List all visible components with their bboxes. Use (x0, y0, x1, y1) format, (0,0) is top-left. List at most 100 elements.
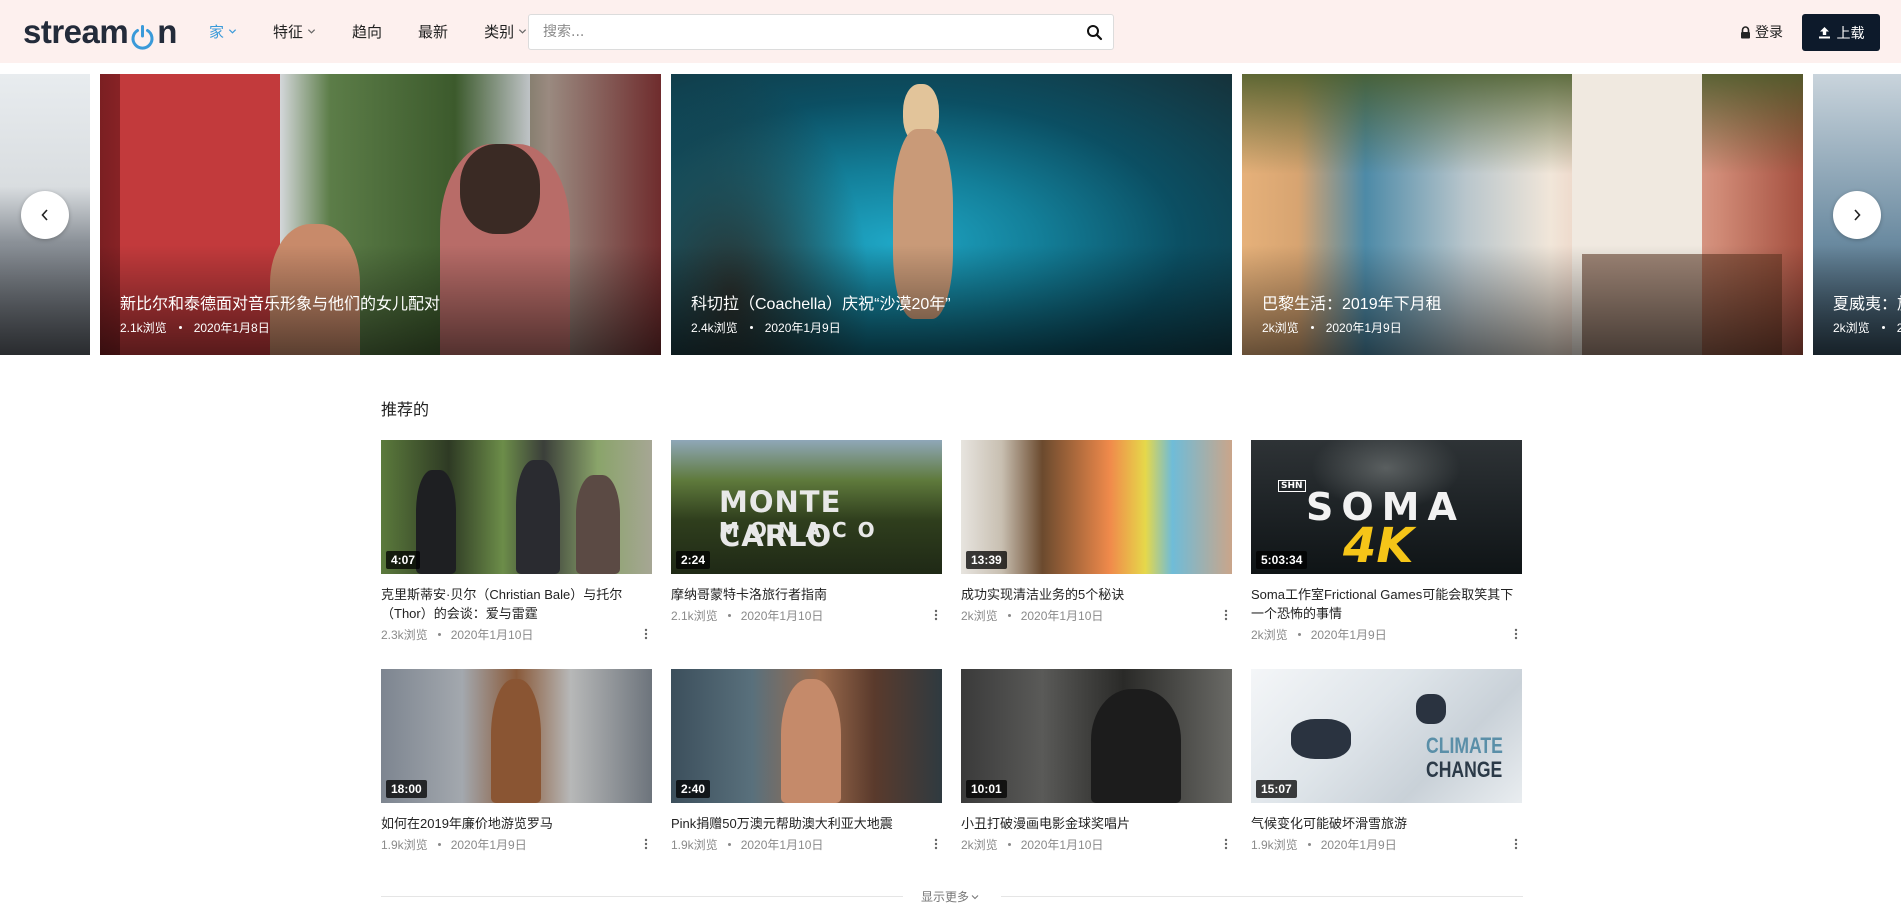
video-title[interactable]: Pink捐赠50万澳元帮助澳大利亚大地震 (671, 814, 942, 833)
slide-card[interactable]: 科切拉（Coachella）庆祝“沙漠20年” 2.4k浏览 2020年1月9日 (671, 74, 1232, 355)
video-meta: 2.1k浏览 2020年1月10日 (671, 606, 942, 624)
video-card[interactable]: CLIMATE CHANGE 15:07 气候变化可能破坏滑雪旅游 1.9k浏览… (1251, 669, 1522, 853)
video-meta: 1.9k浏览 2020年1月9日 (381, 835, 652, 853)
video-title[interactable]: 气候变化可能破坏滑雪旅游 (1251, 814, 1522, 833)
more-options-icon[interactable] (1224, 838, 1228, 850)
thumb-art (576, 475, 620, 574)
video-title[interactable]: 克里斯蒂安·贝尔（Christian Bale）与托尔（Thor）的会谈：爱与雷… (381, 585, 652, 623)
video-date: 2020年1月10日 (1020, 608, 1104, 623)
chevron-down-icon (971, 894, 979, 899)
video-views: 2k浏览 (961, 837, 998, 852)
separator-dot (727, 613, 731, 617)
video-thumbnail[interactable]: 10:01 (961, 669, 1232, 803)
separator-dot (1007, 613, 1011, 617)
slide-date: 2020年1月9日 (1325, 321, 1402, 335)
logo[interactable]: stream n (23, 13, 177, 50)
video-views: 2k浏览 (961, 608, 998, 623)
slide-art (1242, 74, 1803, 174)
slider-prev-button[interactable] (21, 191, 69, 239)
more-options-icon[interactable] (934, 609, 938, 621)
video-meta: 2k浏览 2020年1月10日 (961, 835, 1232, 853)
nav-item-trending[interactable]: 趋向 (352, 21, 382, 42)
video-card[interactable]: MONTE CARLO M O N A C O 2:24 摩纳哥蒙特卡洛旅行者指… (671, 440, 942, 624)
video-title[interactable]: 小丑打破漫画电影金球奖唱片 (961, 814, 1232, 833)
thumb-art (1291, 719, 1351, 759)
nav-label: 特征 (273, 24, 304, 41)
video-date: 2020年1月10日 (1020, 837, 1104, 852)
video-thumbnail[interactable]: CLIMATE CHANGE 15:07 (1251, 669, 1522, 803)
video-card[interactable]: 18:00 如何在2019年廉价地游览罗马 1.9k浏览 2020年1月9日 (381, 669, 652, 853)
video-title[interactable]: Soma工作室Frictional Games可能会取笑其下一个恐怖的事情 (1251, 585, 1522, 623)
video-thumbnail[interactable]: 18:00 (381, 669, 652, 803)
nav-item-features[interactable]: 特征 (273, 21, 316, 42)
video-card[interactable]: 13:39 成功实现清洁业务的5个秘诀 2k浏览 2020年1月10日 (961, 440, 1232, 624)
video-thumbnail[interactable]: 2:40 (671, 669, 942, 803)
more-options-icon[interactable] (1224, 609, 1228, 621)
video-thumbnail[interactable]: MONTE CARLO M O N A C O 2:24 (671, 440, 942, 574)
slide-views: 2.4k浏览 (691, 321, 738, 335)
video-views: 2k浏览 (1251, 627, 1288, 642)
video-thumbnail[interactable]: 13:39 (961, 440, 1232, 574)
upload-button[interactable]: 上载 (1802, 14, 1880, 51)
video-title[interactable]: 成功实现清洁业务的5个秘诀 (961, 585, 1232, 604)
separator-dot (1307, 842, 1311, 846)
slide-date: 2020年1月9日 (764, 321, 841, 335)
video-thumbnail[interactable]: 4:07 (381, 440, 652, 574)
slide-card[interactable]: 巴黎生活：2019年下月租 2k浏览 2020年1月9日 (1242, 74, 1803, 355)
chevron-right-icon (1854, 209, 1861, 221)
video-meta: 1.9k浏览 2020年1月10日 (671, 835, 942, 853)
more-options-icon[interactable] (934, 838, 938, 850)
more-options-icon[interactable] (1514, 628, 1518, 640)
video-title[interactable]: 摩纳哥蒙特卡洛旅行者指南 (671, 585, 942, 604)
more-options-icon[interactable] (644, 628, 648, 640)
slide-views: 2k浏览 (1262, 321, 1299, 335)
video-duration: 15:07 (1256, 780, 1297, 798)
slide-title: 夏威夷：旅 (1833, 296, 1901, 313)
slide-views: 2.1k浏览 (120, 321, 167, 335)
separator-dot (1881, 326, 1885, 329)
video-card[interactable]: 10:01 小丑打破漫画电影金球奖唱片 2k浏览 2020年1月10日 (961, 669, 1232, 853)
video-date: 2020年1月9日 (1320, 837, 1397, 852)
more-options-icon[interactable] (1514, 838, 1518, 850)
search-icon[interactable] (1086, 24, 1103, 41)
separator-dot (178, 326, 182, 329)
nav-item-categories[interactable]: 类别 (484, 21, 527, 42)
logo-text-start: stream (23, 13, 129, 50)
video-thumbnail[interactable]: SHN SOMA 4K 5:03:34 (1251, 440, 1522, 574)
nav-label: 家 (209, 24, 225, 41)
nav-item-home[interactable]: 家 (209, 21, 237, 42)
video-meta: 2.3k浏览 2020年1月10日 (381, 625, 652, 643)
separator-dot (437, 842, 441, 846)
slide-meta: 2k浏览 2 (1833, 319, 1901, 336)
slide-meta: 2.4k浏览 2020年1月9日 (691, 319, 841, 336)
divider (381, 896, 903, 897)
video-date: 2020年1月10日 (740, 608, 824, 623)
video-card[interactable]: 2:40 Pink捐赠50万澳元帮助澳大利亚大地震 1.9k浏览 2020年1月… (671, 669, 942, 853)
video-date: 2020年1月9日 (1310, 627, 1387, 642)
thumb-art (516, 460, 560, 574)
main-nav: 家 特征 趋向 最新 类别 (209, 0, 563, 63)
show-more-button[interactable]: 显示更多 (921, 888, 979, 905)
slide-views: 2k浏览 (1833, 321, 1870, 335)
more-options-icon[interactable] (644, 838, 648, 850)
video-title[interactable]: 如何在2019年廉价地游览罗马 (381, 814, 652, 833)
thumb-art (1416, 694, 1446, 724)
search-input[interactable] (529, 15, 1069, 49)
video-duration: 18:00 (386, 780, 427, 798)
video-card[interactable]: 4:07 克里斯蒂安·贝尔（Christian Bale）与托尔（Thor）的会… (381, 440, 652, 643)
login-label: 登录 (1755, 24, 1783, 40)
slider-next-button[interactable] (1833, 191, 1881, 239)
video-card[interactable]: SHN SOMA 4K 5:03:34 Soma工作室Frictional Ga… (1251, 440, 1522, 643)
slide-date: 2020年1月8日 (193, 321, 270, 335)
video-meta: 2k浏览 2020年1月10日 (961, 606, 1232, 624)
chevron-down-icon (307, 29, 316, 34)
chevron-left-icon (41, 209, 48, 221)
video-date: 2020年1月10日 (450, 627, 534, 642)
thumb-text: M O N A C O (719, 518, 877, 542)
separator-dot (749, 326, 753, 329)
video-meta: 2k浏览 2020年1月9日 (1251, 625, 1522, 643)
thumb-art (781, 679, 841, 803)
login-link[interactable]: 登录 (1740, 22, 1783, 42)
nav-item-latest[interactable]: 最新 (418, 21, 448, 42)
slide-card[interactable]: 新比尔和泰德面对音乐形象与他们的女儿配对 2.1k浏览 2020年1月8日 (100, 74, 661, 355)
